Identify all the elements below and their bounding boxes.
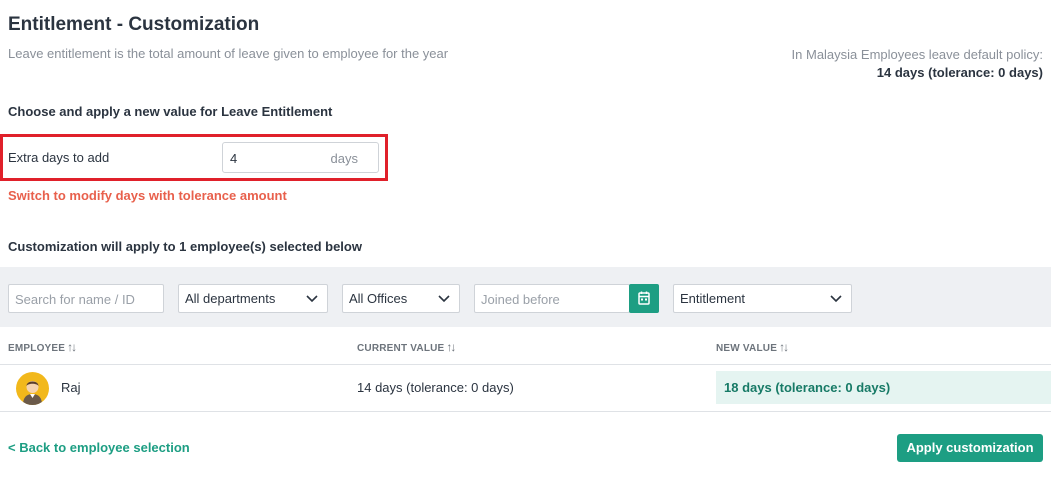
choose-label: Choose and apply a new value for Leave E… <box>8 104 333 119</box>
search-placeholder: Search for name / ID <box>15 292 135 307</box>
apply-customization-button[interactable]: Apply customization <box>897 434 1043 462</box>
sort-icon: ↑↓ <box>446 340 456 354</box>
joined-before-input[interactable]: Joined before <box>474 284 630 313</box>
back-to-selection-link[interactable]: < Back to employee selection <box>8 440 190 455</box>
calendar-icon <box>638 291 650 305</box>
department-value: All departments <box>185 291 276 306</box>
entitlement-select[interactable]: Entitlement <box>673 284 852 313</box>
search-input[interactable]: Search for name / ID <box>8 284 164 313</box>
policy-value: 14 days (tolerance: 0 days) <box>876 65 1043 80</box>
current-value: 14 days (tolerance: 0 days) <box>357 380 514 395</box>
filter-bar: Search for name / ID All departments All… <box>0 267 1051 327</box>
joined-before-placeholder: Joined before <box>481 292 560 307</box>
column-label: EMPLOYEE <box>8 343 66 354</box>
chevron-down-icon <box>438 295 450 303</box>
office-value: All Offices <box>349 291 408 306</box>
column-header-employee[interactable]: EMPLOYEE ↑↓ <box>8 340 77 354</box>
column-label: NEW VALUE <box>716 343 778 354</box>
entitlement-value: Entitlement <box>680 291 746 306</box>
extra-days-label: Extra days to add <box>8 150 110 165</box>
column-header-current-value[interactable]: CURRENT VALUE ↑↓ <box>357 340 456 354</box>
new-value: 18 days (tolerance: 0 days) <box>724 380 891 395</box>
extra-days-value: 4 <box>230 151 238 166</box>
page-title: Entitlement - Customization <box>8 14 260 35</box>
policy-label: In Malaysia Employees leave default poli… <box>791 47 1043 62</box>
page-subtitle: Leave entitlement is the total amount of… <box>8 46 449 61</box>
avatar-icon <box>16 372 49 405</box>
department-select[interactable]: All departments <box>178 284 328 313</box>
employee-name: Raj <box>61 380 81 395</box>
row-divider <box>0 411 1051 412</box>
calendar-button[interactable] <box>629 284 659 313</box>
chevron-down-icon <box>306 295 318 303</box>
new-value-cell: 18 days (tolerance: 0 days) <box>716 371 1051 404</box>
column-label: CURRENT VALUE <box>357 343 445 354</box>
sort-icon: ↑↓ <box>779 340 789 354</box>
chevron-down-icon <box>830 295 842 303</box>
header-divider <box>0 364 1051 365</box>
default-policy: In Malaysia Employees leave default poli… <box>792 46 1043 82</box>
switch-tolerance-link[interactable]: Switch to modify days with tolerance amo… <box>8 188 287 203</box>
column-header-new-value[interactable]: NEW VALUE ↑↓ <box>716 340 789 354</box>
days-unit-label: days <box>330 151 358 166</box>
extra-days-input[interactable]: 4 days <box>222 142 379 173</box>
apply-note: Customization will apply to 1 employee(s… <box>8 239 362 254</box>
office-select[interactable]: All Offices <box>342 284 460 313</box>
sort-icon: ↑↓ <box>67 340 77 354</box>
